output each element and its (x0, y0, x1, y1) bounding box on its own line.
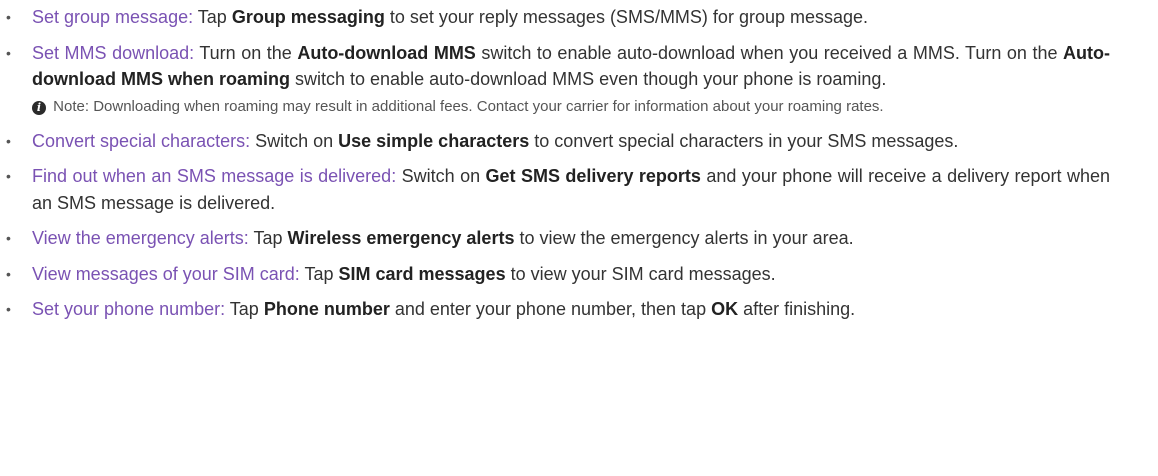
item-text: Tap (193, 7, 232, 27)
item-topic: Set MMS download: (32, 42, 195, 63)
item-text: to view your SIM card messages. (505, 263, 776, 284)
list-item-delivery-reports: • Find out when an SMS message is delive… (0, 163, 1158, 216)
bullet-marker: • (6, 9, 11, 25)
settings-bullet-list: • Set group message: Tap Group messaging… (0, 4, 1158, 323)
item-text: Turn on the (194, 42, 298, 63)
note-text: Note: Downloading when roaming may resul… (53, 97, 884, 115)
list-item-group-message: • Set group message: Tap Group messaging… (0, 4, 1158, 31)
item-bold-term: SIM card messages (338, 263, 506, 284)
item-text: Switch on (396, 166, 486, 186)
item-text: to set your reply messages (SMS/MMS) for… (384, 7, 869, 27)
list-item-special-characters: • Convert special characters: Switch on … (0, 128, 1158, 155)
list-item-emergency-alerts: • View the emergency alerts: Tap Wireles… (0, 225, 1158, 252)
bullet-marker: • (6, 230, 11, 246)
info-icon: i (32, 100, 46, 115)
item-topic: Set group message: (32, 7, 194, 27)
item-text: Tap (225, 299, 264, 319)
list-item-mms-download: • Set MMS download: Turn on the Auto-dow… (0, 40, 1158, 119)
item-text: switch to enable auto-download when you … (475, 42, 1064, 63)
item-topic: View the emergency alerts: (32, 228, 249, 248)
item-text: switch to enable auto-download MMS even … (290, 69, 887, 89)
item-bold-term: Use simple characters (338, 130, 530, 151)
bullet-marker: • (6, 132, 11, 149)
item-text: to convert special characters in your SM… (529, 130, 959, 151)
roaming-note: i Note: Downloading when roaming may res… (32, 95, 1110, 119)
item-topic: Convert special characters: (32, 130, 251, 151)
item-text: and enter your phone number, then tap (389, 299, 712, 319)
bullet-marker: • (6, 265, 11, 282)
item-bold-term: Wireless emergency alerts (287, 228, 515, 248)
item-bold-term: Group messaging (231, 7, 385, 27)
item-topic: Set your phone number: (32, 299, 226, 319)
item-topic: Find out when an SMS message is delivere… (32, 166, 397, 186)
item-bold-term: Get SMS delivery reports (485, 166, 701, 186)
list-item-sim-card-messages: • View messages of your SIM card: Tap SI… (0, 261, 1158, 288)
bullet-marker: • (6, 301, 11, 317)
item-text: Tap (299, 263, 339, 284)
item-bold-term: Auto-download MMS (297, 42, 476, 63)
bullet-marker: • (6, 168, 11, 184)
item-text: to view the emergency alerts in your are… (514, 228, 854, 248)
list-item-phone-number: • Set your phone number: Tap Phone numbe… (0, 296, 1158, 323)
document-page: • Set group message: Tap Group messaging… (0, 0, 1158, 476)
item-topic: View messages of your SIM card: (32, 263, 300, 284)
bullet-marker: • (6, 44, 11, 61)
item-text: Tap (248, 228, 288, 248)
item-bold-term: OK (711, 299, 739, 319)
item-text: Switch on (250, 130, 339, 151)
item-text: after finishing. (738, 299, 856, 319)
item-bold-term: Phone number (263, 299, 390, 319)
